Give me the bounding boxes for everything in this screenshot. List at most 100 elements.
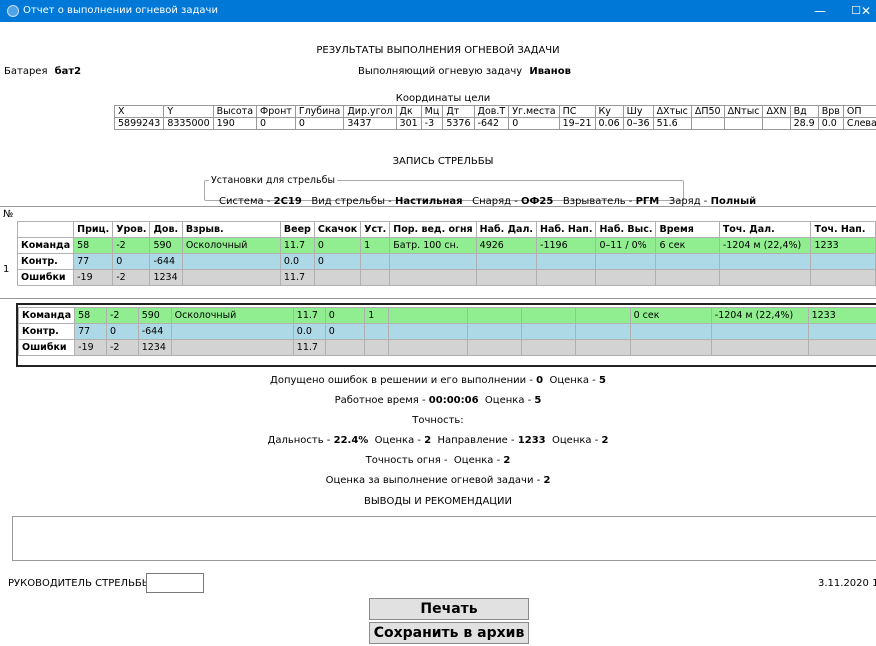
table-cell[interactable] [807, 339, 876, 356]
table-cell[interactable] [810, 253, 876, 270]
table-cell[interactable] [324, 339, 366, 356]
table-cell[interactable] [466, 339, 523, 356]
table-cell[interactable]: -2 [112, 237, 151, 254]
table-cell[interactable] [536, 253, 597, 270]
table-cell[interactable] [360, 269, 391, 286]
table-cell[interactable]: 0 [313, 237, 362, 254]
table-cell[interactable] [718, 269, 812, 286]
minimize-icon[interactable]: — [802, 0, 838, 22]
table-cell[interactable] [181, 269, 281, 286]
table-cell[interactable]: 0 [324, 307, 366, 324]
table-cell[interactable]: 0 [313, 253, 362, 270]
grid-column-header[interactable]: Наб. Выс. [595, 221, 657, 238]
table-cell[interactable] [595, 253, 657, 270]
table-cell[interactable] [170, 323, 294, 340]
grid-column-header[interactable]: Точ. Нап. [810, 221, 876, 238]
table-cell[interactable]: 0–11 / 0% [595, 237, 657, 254]
grid-column-header[interactable]: Пор. вед. огня [389, 221, 477, 238]
table-cell[interactable]: 1 [360, 237, 391, 254]
table-cell[interactable] [629, 339, 712, 356]
table-cell[interactable]: -2 [105, 307, 139, 324]
table-cell[interactable]: 0 [324, 323, 366, 340]
table-cell[interactable]: 0.0 [292, 323, 326, 340]
table-cell[interactable]: 0 [105, 323, 139, 340]
table-cell[interactable]: Батр. 100 сн. [389, 237, 477, 254]
table-cell[interactable] [575, 323, 631, 340]
close-icon[interactable]: ✕ [856, 0, 876, 22]
table-cell[interactable] [655, 269, 720, 286]
table-cell[interactable] [360, 253, 391, 270]
table-cell[interactable]: 1 [364, 307, 390, 324]
table-cell[interactable]: 77 [74, 323, 107, 340]
table-cell[interactable] [575, 307, 631, 324]
print-button[interactable]: Печать [369, 598, 529, 620]
table-cell[interactable]: 0.0 [279, 253, 315, 270]
grid-column-header[interactable]: Скачок [313, 221, 362, 238]
table-cell[interactable] [364, 339, 390, 356]
table-cell[interactable]: Осколочный [181, 237, 281, 254]
table-cell[interactable]: 0 сек [629, 307, 712, 324]
table-cell[interactable]: 58 [74, 307, 107, 324]
table-cell[interactable] [536, 269, 597, 286]
table-cell[interactable]: 4926 [475, 237, 538, 254]
table-cell[interactable] [475, 253, 538, 270]
table-cell[interactable] [629, 323, 712, 340]
table-cell[interactable] [313, 269, 362, 286]
table-cell[interactable]: 11.7 [292, 339, 326, 356]
table-cell[interactable]: -1204 м (22,4%) [710, 307, 809, 324]
table-cell[interactable]: -2 [112, 269, 151, 286]
table-cell[interactable] [364, 323, 390, 340]
table-cell[interactable]: 590 [149, 237, 183, 254]
table-cell[interactable]: 11.7 [292, 307, 326, 324]
table-cell[interactable]: -19 [73, 269, 114, 286]
table-cell[interactable]: 1234 [149, 269, 183, 286]
table-cell[interactable] [388, 339, 468, 356]
grid-column-header[interactable]: Наб. Дал. [475, 221, 538, 238]
table-cell[interactable] [521, 339, 577, 356]
conclusions-textbox[interactable] [12, 516, 876, 561]
grid-column-header[interactable]: Веер [279, 221, 315, 238]
table-cell[interactable] [810, 269, 876, 286]
grid-column-header[interactable]: Точ. Дал. [718, 221, 812, 238]
table-cell[interactable] [475, 269, 538, 286]
table-cell[interactable] [595, 269, 657, 286]
table-cell[interactable] [389, 253, 477, 270]
table-cell[interactable]: -19 [74, 339, 107, 356]
table-cell[interactable]: 590 [137, 307, 172, 324]
save-archive-button[interactable]: Сохранить в архив [369, 622, 529, 644]
table-cell[interactable] [655, 253, 720, 270]
grid-column-header[interactable]: Дов. [149, 221, 183, 238]
table-cell[interactable]: 1233 [810, 237, 876, 254]
table-cell[interactable] [575, 339, 631, 356]
table-cell[interactable] [466, 323, 523, 340]
table-cell[interactable]: 1234 [137, 339, 172, 356]
table-cell[interactable]: -644 [149, 253, 183, 270]
table-cell[interactable]: -1196 [536, 237, 597, 254]
table-cell[interactable]: 11.7 [279, 269, 315, 286]
table-cell[interactable] [388, 323, 468, 340]
table-cell[interactable]: 0 [112, 253, 151, 270]
table-cell[interactable]: -644 [137, 323, 172, 340]
table-cell[interactable] [718, 253, 812, 270]
table-cell[interactable] [170, 339, 294, 356]
table-cell[interactable] [521, 307, 577, 324]
table-cell[interactable]: 58 [73, 237, 114, 254]
grid-column-header[interactable]: Уров. [112, 221, 151, 238]
leader-field[interactable] [146, 573, 204, 593]
table-cell[interactable]: 77 [73, 253, 114, 270]
table-cell[interactable]: 1233 [807, 307, 876, 324]
table-cell[interactable] [466, 307, 523, 324]
table-cell[interactable] [521, 323, 577, 340]
table-cell[interactable] [389, 269, 477, 286]
table-cell[interactable]: -1204 м (22,4%) [718, 237, 812, 254]
table-cell[interactable] [807, 323, 876, 340]
grid-column-header[interactable]: Время [655, 221, 720, 238]
table-cell[interactable]: 11.7 [279, 237, 315, 254]
table-cell[interactable] [181, 253, 281, 270]
table-cell[interactable] [710, 323, 809, 340]
table-cell[interactable]: Осколочный [170, 307, 294, 324]
table-cell[interactable] [388, 307, 468, 324]
table-cell[interactable] [710, 339, 809, 356]
grid-column-header[interactable]: Уст. [360, 221, 391, 238]
grid-column-header[interactable]: Взрыв. [181, 221, 281, 238]
